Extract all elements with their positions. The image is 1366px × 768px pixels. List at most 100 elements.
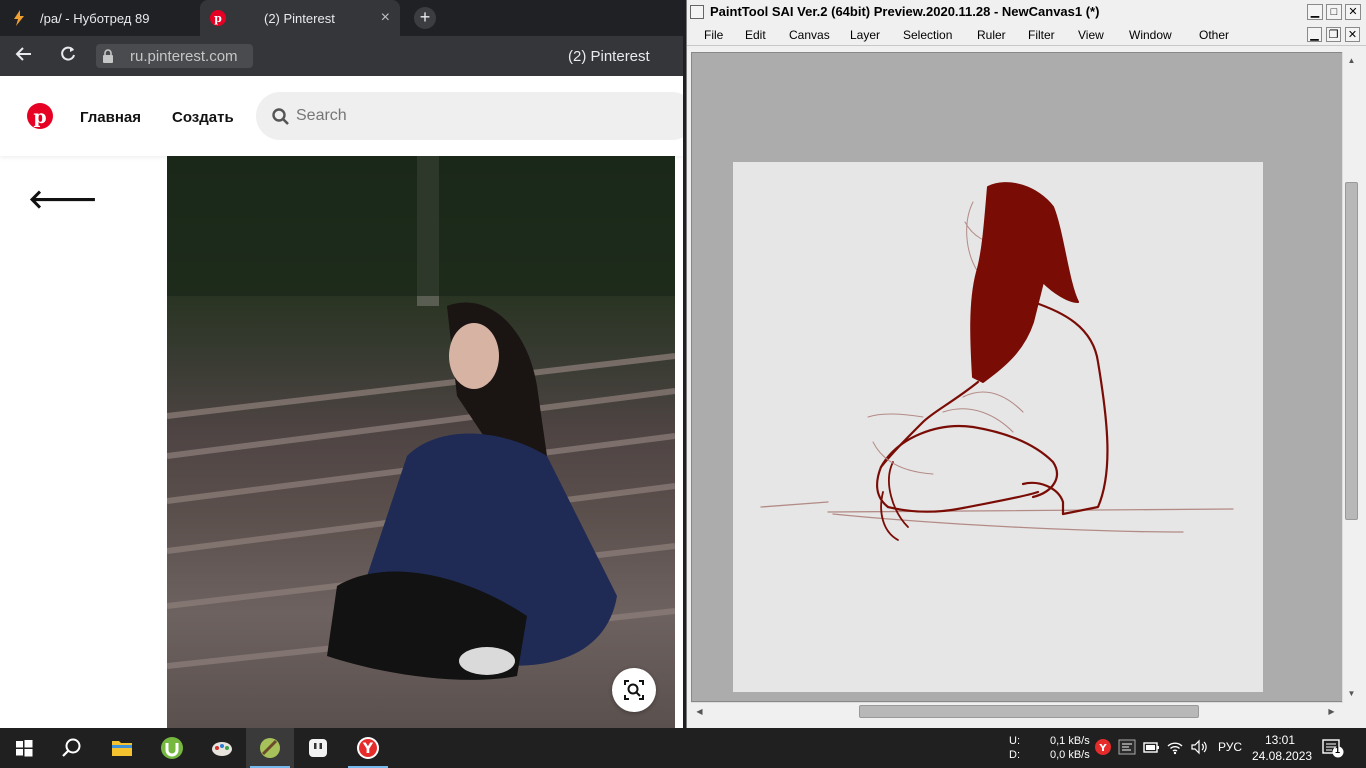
svg-text:p: p (33, 106, 46, 128)
pin-image[interactable] (167, 156, 675, 728)
svg-text:Y: Y (1098, 743, 1107, 754)
taskbar-utorrent[interactable] (148, 728, 196, 768)
upload-label: U: (1009, 735, 1020, 747)
menu-view[interactable]: View (1078, 28, 1104, 42)
taskbar-paint-app[interactable] (198, 728, 246, 768)
taskbar-file-explorer[interactable] (98, 728, 146, 768)
painttool-sai-window: PaintTool SAI Ver.2 (64bit) Preview.2020… (686, 0, 1366, 728)
menu-canvas[interactable]: Canvas (789, 28, 830, 42)
back-icon[interactable] (14, 44, 34, 70)
pinterest-favicon-icon: p (210, 10, 226, 26)
close-button[interactable]: ✕ (1345, 4, 1361, 20)
taskbar-app-box[interactable] (294, 728, 342, 768)
sketch-drawing (760, 182, 1234, 541)
minimize-button[interactable]: ▁ (1307, 4, 1323, 20)
start-button[interactable] (0, 728, 48, 768)
tab-title: /ра/ - Нуботред 89 (40, 10, 150, 26)
menu-edit[interactable]: Edit (745, 28, 766, 42)
painttool-sai-icon (260, 738, 280, 758)
search-input[interactable]: Search (256, 92, 683, 140)
visual-search-button[interactable] (612, 668, 656, 712)
horizontal-scroll-thumb[interactable] (859, 705, 1199, 718)
language-indicator[interactable]: РУС (1218, 740, 1242, 754)
tab-pinterest[interactable]: p (2) Pinterest × (200, 0, 400, 36)
yandex-browser-icon: Y (357, 737, 379, 759)
scroll-down-arrow-icon[interactable]: ▼ (1345, 687, 1358, 700)
address-bar: ru.pinterest.com (2) Pinterest (0, 36, 683, 76)
notification-icon (1322, 739, 1344, 758)
sai-window-title: PaintTool SAI Ver.2 (64bit) Preview.2020… (710, 4, 1100, 19)
network-speed: 0,1 kB/s 0,0 kB/s (1050, 734, 1090, 762)
menu-other[interactable]: Other (1199, 28, 1229, 42)
battery-icon[interactable] (1142, 738, 1160, 756)
taskbar: Y U: D: 0,1 kB/s 0,0 kB/s Y РУС 13:01 24… (0, 728, 1366, 768)
notification-center-button[interactable]: 1 (1322, 738, 1344, 758)
folder-icon (112, 741, 132, 756)
taskbar-painttool-sai[interactable] (246, 728, 294, 768)
search-icon (272, 108, 289, 125)
scroll-right-arrow-icon[interactable]: ▶ (1325, 705, 1338, 718)
menu-ruler[interactable]: Ruler (977, 28, 1006, 42)
pinterest-logo-icon[interactable]: p (27, 103, 53, 129)
canvas-minimize-button[interactable]: ▁ (1307, 27, 1322, 42)
svg-text:Y: Y (362, 741, 374, 757)
search-icon (62, 738, 81, 757)
vertical-scrollbar[interactable]: ▲ ▼ (1342, 52, 1359, 703)
url-field[interactable]: ru.pinterest.com (96, 44, 253, 68)
page-title: (2) Pinterest (568, 48, 650, 65)
new-tab-button[interactable]: + (414, 7, 436, 29)
vertical-scroll-thumb[interactable] (1345, 182, 1358, 520)
horizontal-scrollbar[interactable]: ◀ ▶ (691, 702, 1342, 719)
url-text: ru.pinterest.com (130, 48, 238, 65)
svg-text:p: p (214, 12, 222, 25)
close-tab-icon[interactable]: × (381, 9, 390, 27)
upload-speed: 0,1 kB/s (1050, 735, 1090, 747)
menu-file[interactable]: File (704, 28, 723, 42)
palette-icon (212, 742, 232, 756)
pinterest-header: p Главная Создать Search (0, 76, 683, 156)
sai-menu-bar: File Edit Canvas Layer Selection Ruler F… (687, 24, 1366, 46)
taskbar-yandex-browser[interactable]: Y (344, 728, 392, 768)
nav-home-link[interactable]: Главная (80, 109, 141, 126)
drawing-canvas[interactable] (733, 162, 1263, 692)
clock-time: 13:01 (1264, 733, 1296, 747)
menu-window[interactable]: Window (1129, 28, 1172, 42)
lens-search-icon (624, 680, 644, 700)
notification-count: 1 (1335, 745, 1341, 755)
search-placeholder: Search (296, 107, 347, 124)
utorrent-icon (161, 737, 183, 759)
maximize-button[interactable]: □ (1326, 4, 1342, 20)
volume-icon[interactable] (1190, 738, 1208, 756)
app-box-icon (309, 739, 327, 757)
taskbar-search-button[interactable] (48, 728, 96, 768)
yandex-tray-icon[interactable]: Y (1094, 738, 1112, 756)
sai-title-bar: PaintTool SAI Ver.2 (64bit) Preview.2020… (687, 0, 1366, 24)
browser-window: /ра/ - Нуботред 89 p (2) Pinterest × + r… (0, 0, 683, 728)
vpn-tray-icon[interactable] (1118, 738, 1136, 756)
scroll-up-arrow-icon[interactable]: ▲ (1345, 54, 1358, 67)
scroll-left-arrow-icon[interactable]: ◀ (693, 705, 706, 718)
lock-icon (103, 49, 113, 63)
sai-app-icon (690, 5, 704, 19)
canvas-viewport[interactable] (691, 52, 1343, 702)
clock-date: 24.08.2023 (1252, 749, 1313, 763)
windows-logo-icon (16, 740, 33, 757)
network-labels: U: D: (1009, 734, 1020, 762)
menu-layer[interactable]: Layer (850, 28, 880, 42)
clock[interactable]: 13:01 24.08.2023 (1252, 732, 1313, 764)
pin-photo-illustration (167, 156, 675, 680)
reload-icon[interactable] (58, 44, 78, 70)
tab-bar: /ра/ - Нуботред 89 p (2) Pinterest × + (0, 0, 683, 36)
menu-filter[interactable]: Filter (1028, 28, 1055, 42)
menu-selection[interactable]: Selection (903, 28, 952, 42)
lightning-icon (14, 10, 24, 26)
download-speed: 0,0 kB/s (1050, 749, 1090, 761)
wifi-icon[interactable] (1166, 738, 1184, 756)
nav-create-link[interactable]: Создать (172, 109, 234, 126)
download-label: D: (1009, 749, 1020, 761)
tab-title: (2) Pinterest (264, 10, 335, 26)
back-arrow-icon[interactable]: 🡐 (28, 184, 98, 215)
canvas-restore-button[interactable]: ❐ (1326, 27, 1341, 42)
tab-nubotred[interactable]: /ра/ - Нуботред 89 (0, 0, 200, 36)
canvas-close-button[interactable]: ✕ (1345, 27, 1360, 42)
